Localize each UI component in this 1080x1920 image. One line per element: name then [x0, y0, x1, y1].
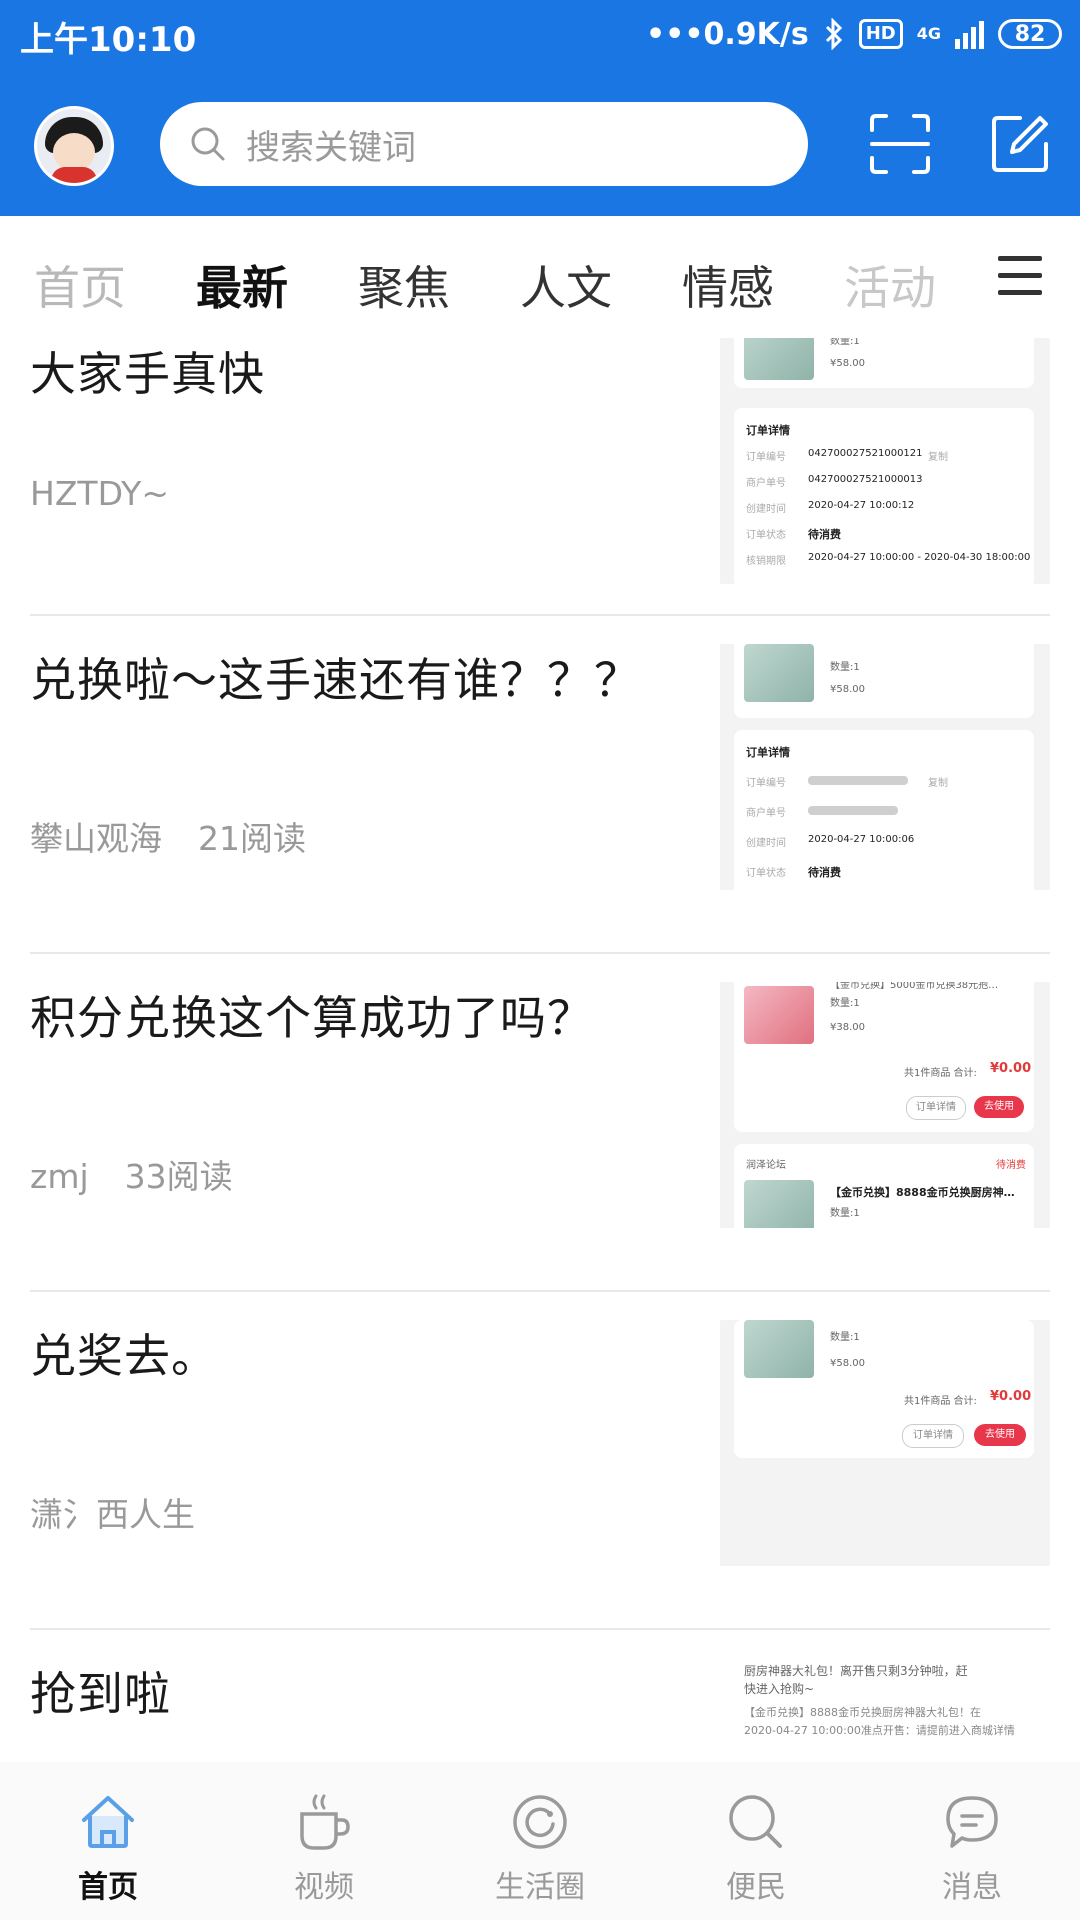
category-tabs: 首页 最新 聚焦 人文 情感 活动: [0, 216, 1080, 334]
tab-activity[interactable]: 活动: [844, 252, 936, 318]
status-time: 上午10:10: [20, 20, 197, 60]
post-title: 兑换啦～这手速还有谁？？？: [30, 653, 641, 707]
circle-refresh-icon: [513, 1795, 567, 1849]
tab-home[interactable]: 首页: [34, 252, 126, 318]
bluetooth-icon: [825, 18, 842, 50]
search-icon: [729, 1795, 782, 1848]
post-thumbnail: 厨房神器大礼包！离开售只剩3分钟啦，赶 快进入抢购~ 【金币兑换】8888金币兑…: [720, 1658, 1050, 1762]
battery-level: 82: [1014, 21, 1046, 47]
post-author: 攀山观海: [30, 819, 162, 858]
nav-home[interactable]: 首页: [0, 1762, 216, 1920]
home-icon: [82, 1796, 134, 1848]
post-meta: 潇氵西人生: [30, 1488, 195, 1536]
menu-icon[interactable]: [998, 256, 1042, 296]
tab-latest[interactable]: 最新: [196, 252, 288, 318]
nav-convenience[interactable]: 便民: [648, 1762, 864, 1920]
post-title: 兑奖去。: [30, 1329, 218, 1383]
post-meta: HZTDY~: [30, 474, 169, 513]
post-title: 积分兑换这个算成功了吗？: [30, 991, 594, 1045]
post-author: HZTDY~: [30, 474, 169, 513]
status-icons: •••0.9K/s HD 4G 82: [646, 12, 1062, 56]
post-meta: zmj 33阅读: [30, 1150, 233, 1198]
hd-badge: HD: [858, 19, 903, 49]
bottom-nav: 首页 视频 生活圈 便民 消息: [0, 1762, 1080, 1920]
scan-icon: [870, 114, 930, 174]
nav-life-circle[interactable]: 生活圈: [432, 1762, 648, 1920]
nav-messages[interactable]: 消息: [864, 1762, 1080, 1920]
post-title: 抢到啦: [30, 1667, 171, 1721]
list-item[interactable]: 积分兑换这个算成功了吗？ zmj 33阅读 【金币兑换】5000金币兑换38元抱……: [0, 954, 1080, 1292]
post-reads: 33阅读: [124, 1157, 233, 1196]
edit-icon: [992, 116, 1048, 172]
coffee-cup-icon: [300, 1794, 350, 1850]
search-bar[interactable]: 搜索关键词: [160, 102, 808, 186]
nav-label: 便民: [726, 1870, 786, 1905]
nav-label: 生活圈: [495, 1870, 585, 1905]
nav-label: 消息: [942, 1870, 1002, 1905]
search-icon: [188, 124, 228, 164]
list-item[interactable]: 兑奖去。 潇氵西人生 数量:1 ¥58.00 共1件商品 合计: ¥0.00 订…: [0, 1292, 1080, 1630]
nav-video[interactable]: 视频: [216, 1762, 432, 1920]
tab-emotion[interactable]: 情感: [682, 252, 774, 318]
list-item[interactable]: 兑换啦～这手速还有谁？？？ 攀山观海 21阅读 数量:1 ¥58.00 订单详情 …: [0, 616, 1080, 954]
feed-list: 大家手真快 HZTDY~ 数量:1 ¥58.00 订单详情 订单编号 04270…: [0, 334, 1080, 1762]
edit-button[interactable]: [990, 114, 1050, 174]
post-meta: 攀山观海 21阅读: [30, 812, 306, 860]
tab-focus[interactable]: 聚焦: [358, 252, 450, 318]
nav-label: 视频: [294, 1870, 354, 1905]
post-thumbnail: 数量:1 ¥58.00 订单详情 订单编号 042700027521000121…: [720, 338, 1050, 584]
post-thumbnail: 【金币兑换】5000金币兑换38元抱… 数量:1 ¥38.00 共1件商品 合计…: [720, 982, 1050, 1228]
tab-culture[interactable]: 人文: [520, 252, 612, 318]
post-author: zmj: [30, 1157, 89, 1196]
network-speed: •••0.9K/s: [645, 16, 809, 52]
post-title: 大家手真快: [30, 347, 265, 401]
avatar[interactable]: [34, 106, 114, 186]
nav-label: 首页: [78, 1870, 138, 1905]
post-thumbnail: 数量:1 ¥58.00 订单详情 订单编号 复制 商户单号 创建时间 2020-…: [720, 644, 1050, 890]
scan-button[interactable]: [868, 112, 932, 176]
search-placeholder: 搜索关键词: [246, 127, 416, 168]
list-item[interactable]: 抢到啦 厨房神器大礼包！离开售只剩3分钟啦，赶 快进入抢购~ 【金币兑换】888…: [0, 1630, 1080, 1762]
post-author: 潇氵西人生: [30, 1495, 195, 1534]
status-bar: 上午10:10 •••0.9K/s HD 4G 82: [0, 0, 1080, 72]
top-app-bar: 上午10:10 •••0.9K/s HD 4G 82 搜索关键词: [0, 0, 1080, 216]
battery-icon: 82: [998, 19, 1062, 49]
post-reads: 21阅读: [198, 819, 306, 858]
chat-bubble-icon: [946, 1796, 998, 1848]
network-type: 4G: [916, 24, 941, 43]
post-thumbnail: 数量:1 ¥58.00 共1件商品 合计: ¥0.00 订单详情 去使用: [720, 1320, 1050, 1566]
signal-icon: [955, 19, 984, 49]
list-item[interactable]: 大家手真快 HZTDY~ 数量:1 ¥58.00 订单详情 订单编号 04270…: [0, 334, 1080, 616]
